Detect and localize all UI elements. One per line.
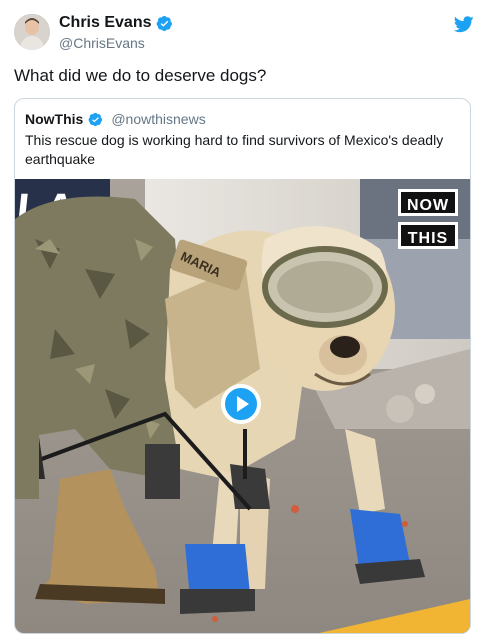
quoted-handle[interactable]: @nowthisnews bbox=[111, 111, 205, 127]
author-display-name[interactable]: Chris Evans bbox=[59, 14, 151, 32]
author-handle[interactable]: @ChrisEvans bbox=[59, 35, 145, 51]
nowthis-watermark: NOW THIS bbox=[398, 189, 458, 249]
verified-badge-icon bbox=[157, 15, 173, 31]
quoted-tweet[interactable]: NowThis @nowthisnews This rescue dog is … bbox=[14, 98, 471, 634]
tweet-text: What did we do to deserve dogs? bbox=[14, 66, 267, 85]
video-thumbnail[interactable]: LA MARIA bbox=[15, 179, 470, 633]
quoted-display-name[interactable]: NowThis bbox=[25, 111, 83, 127]
watermark-line2: THIS bbox=[398, 222, 458, 249]
watermark-line1: NOW bbox=[398, 189, 458, 216]
play-button[interactable] bbox=[221, 384, 261, 424]
quoted-author-row: NowThis @nowthisnews bbox=[25, 111, 206, 127]
author-name-row: Chris Evans bbox=[59, 14, 173, 32]
twitter-bird-icon[interactable] bbox=[454, 16, 474, 33]
verified-badge-icon bbox=[88, 112, 103, 126]
tweet-header: Chris Evans @ChrisEvans bbox=[14, 14, 474, 54]
quoted-tweet-text: This rescue dog is working hard to find … bbox=[25, 132, 444, 167]
play-icon bbox=[237, 396, 249, 412]
avatar[interactable] bbox=[14, 14, 50, 50]
